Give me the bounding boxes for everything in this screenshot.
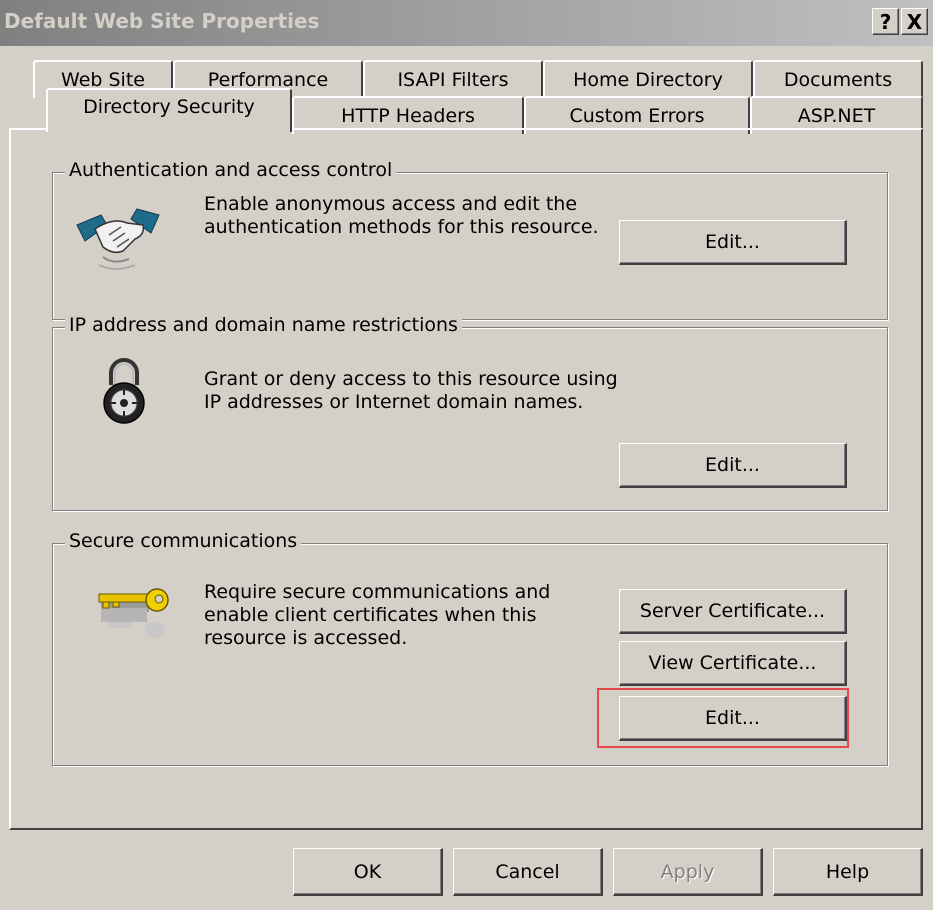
secure-desc-line1: Require secure communications and [204,581,551,603]
view-certificate-button[interactable]: View Certificate... [619,641,847,686]
tab-isapi-filters[interactable]: ISAPI Filters [363,60,543,98]
ip-desc-line1: Grant or deny access to this resource us… [204,368,618,390]
secure-group: Secure communications Require secure com… [52,530,888,766]
close-button[interactable]: X [901,8,928,35]
ip-legend: IP address and domain name restrictions [65,314,462,336]
secure-legend: Secure communications [65,530,302,552]
auth-edit-button[interactable]: Edit... [619,220,847,265]
handshake-icon [76,208,160,270]
auth-legend: Authentication and access control [65,159,397,181]
padlock-icon [103,358,145,424]
auth-desc-line1: Enable anonymous access and edit the [204,193,578,215]
tab-home-directory[interactable]: Home Directory [543,60,753,98]
key-icon [98,588,169,638]
tab-panel: Authentication and access control Enable… [9,128,923,830]
ip-desc-line2: IP addresses or Internet domain names. [204,391,584,413]
window-title: Default Web Site Properties [4,9,320,33]
cancel-button[interactable]: Cancel [453,848,603,896]
title-bar[interactable]: Default Web Site Properties ? X [0,0,933,46]
ip-group: IP address and domain name restrictions … [52,314,888,511]
secure-desc-line2: enable client certificates when this [204,604,537,626]
help-footer-button[interactable]: Help [773,848,923,896]
server-certificate-button[interactable]: Server Certificate... [619,589,847,634]
apply-button[interactable]: Apply [613,848,763,896]
auth-group: Authentication and access control Enable… [52,159,888,320]
tab-directory-security[interactable]: Directory Security [46,88,292,132]
secure-desc-line3: resource is accessed. [204,627,408,649]
help-button[interactable]: ? [872,8,899,35]
ip-edit-button[interactable]: Edit... [619,443,847,488]
ok-button[interactable]: OK [293,848,443,896]
tab-documents[interactable]: Documents [753,60,923,98]
secure-edit-button[interactable]: Edit... [619,696,847,741]
auth-desc-line2: authentication methods for this resource… [204,216,599,238]
